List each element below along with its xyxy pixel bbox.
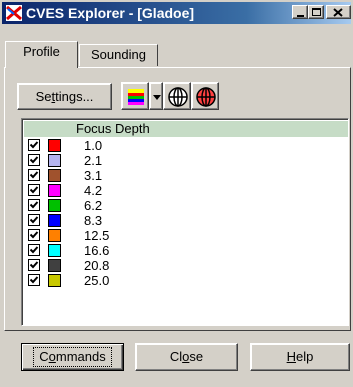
list-item[interactable]: 8.3 [24, 213, 344, 228]
color-swatch[interactable] [48, 259, 61, 272]
depth-value: 3.1 [84, 168, 103, 183]
list-item[interactable]: 3.1 [24, 168, 344, 183]
help-button-label: Help [286, 349, 314, 364]
help-button[interactable]: Help [250, 343, 350, 371]
list-item[interactable]: 25.0 [24, 273, 344, 288]
color-swatch[interactable] [48, 214, 61, 227]
target-globe-icon [196, 87, 216, 107]
list-item[interactable]: 6.2 [24, 198, 344, 213]
settings-button[interactable]: Settings... [17, 83, 112, 110]
depth-checkbox[interactable] [28, 244, 40, 256]
minimize-icon [297, 15, 304, 17]
color-swatch[interactable] [48, 184, 61, 197]
depth-value: 8.3 [84, 213, 103, 228]
minimize-button[interactable] [292, 5, 308, 19]
depth-checkbox[interactable] [28, 139, 40, 151]
list-item[interactable]: 1.0 [24, 138, 344, 153]
depth-value: 6.2 [84, 198, 103, 213]
depth-checkbox[interactable] [28, 214, 40, 226]
colormap-button[interactable] [121, 82, 149, 110]
commands-button[interactable]: Commands [21, 343, 124, 371]
checkmark-icon [29, 171, 39, 179]
checkmark-icon [29, 201, 39, 209]
depth-checkbox[interactable] [28, 154, 40, 166]
target-globe-button[interactable] [191, 82, 219, 110]
app-icon [6, 5, 22, 21]
depth-checkbox[interactable] [28, 274, 40, 286]
depth-value: 16.6 [84, 243, 110, 258]
checkmark-icon [29, 231, 39, 239]
checkmark-icon [29, 276, 39, 284]
close-window-button[interactable] [326, 5, 351, 19]
focus-depth-list[interactable]: Focus Depth 1.0 2.1 3.1 4.2 6.2 8.3 12.5 16.6 20… [21, 118, 349, 326]
close-icon [333, 8, 343, 17]
globe-button[interactable] [163, 82, 191, 110]
color-swatch[interactable] [48, 169, 61, 182]
color-swatch[interactable] [48, 154, 61, 167]
cves-explorer-window: CVES Explorer - [Gladoe] Sounding Profil… [0, 0, 353, 387]
depth-checkbox[interactable] [28, 169, 40, 181]
list-header[interactable]: Focus Depth [24, 121, 348, 137]
list-item[interactable]: 16.6 [24, 243, 344, 258]
checkmark-icon [29, 186, 39, 194]
settings-button-label: Settings... [35, 89, 94, 104]
depth-value: 20.8 [84, 258, 110, 273]
depth-value: 12.5 [84, 228, 110, 243]
maximize-button[interactable] [308, 5, 324, 19]
list-item[interactable]: 20.8 [24, 258, 344, 273]
color-swatch[interactable] [48, 199, 61, 212]
tab-sounding[interactable]: Sounding [79, 44, 158, 66]
list-item[interactable]: 4.2 [24, 183, 344, 198]
color-swatch[interactable] [48, 229, 61, 242]
depth-value: 2.1 [84, 153, 103, 168]
checkmark-icon [29, 216, 39, 224]
depth-checkbox[interactable] [28, 199, 40, 211]
list-item[interactable]: 12.5 [24, 228, 344, 243]
dropdown-arrow-icon [153, 95, 161, 100]
depth-value: 1.0 [84, 138, 103, 153]
tab-sounding-label: Sounding [91, 47, 146, 62]
tab-profile[interactable]: Profile [5, 41, 78, 68]
list-item[interactable]: 2.1 [24, 153, 344, 168]
colormap-dropdown-button[interactable] [149, 82, 163, 110]
commands-button-label: Commands [33, 347, 112, 367]
depth-checkbox[interactable] [28, 184, 40, 196]
depth-checkbox[interactable] [28, 259, 40, 271]
depth-value: 25.0 [84, 273, 110, 288]
checkmark-icon [29, 156, 39, 164]
colormap-icon [128, 89, 144, 105]
globe-icon [168, 87, 188, 107]
checkmark-icon [29, 261, 39, 269]
checkmark-icon [29, 141, 39, 149]
color-swatch[interactable] [48, 139, 61, 152]
checkmark-icon [29, 246, 39, 254]
depth-value: 4.2 [84, 183, 103, 198]
color-swatch[interactable] [48, 274, 61, 287]
title-bar[interactable]: CVES Explorer - [Gladoe] [2, 2, 351, 24]
close-button[interactable]: Close [135, 343, 238, 371]
window-title: CVES Explorer - [Gladoe] [26, 5, 195, 21]
tab-profile-label: Profile [23, 44, 60, 59]
color-swatch[interactable] [48, 244, 61, 257]
maximize-icon [312, 8, 321, 16]
depth-checkbox[interactable] [28, 229, 40, 241]
close-button-label: Close [169, 349, 204, 364]
